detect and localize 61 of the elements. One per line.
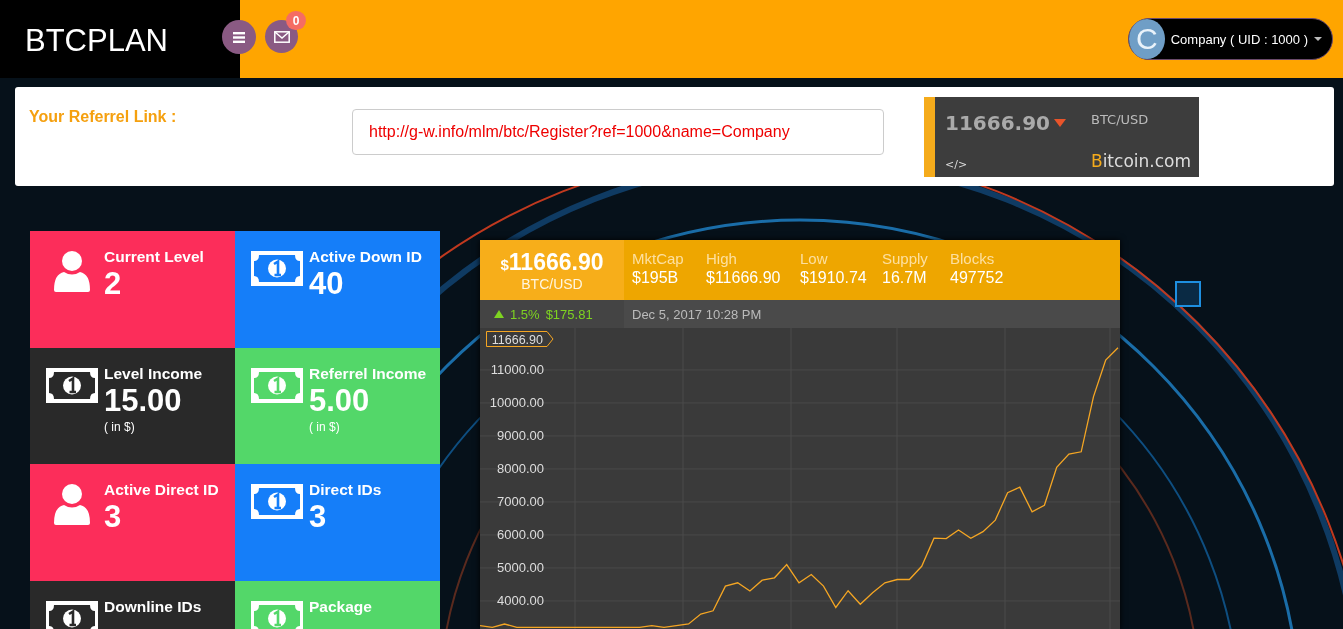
axis-tick-label: 4000.00 — [497, 593, 544, 609]
avatar: C — [1128, 19, 1165, 59]
tile-value: 3 — [104, 499, 122, 535]
timestamp: Dec 5, 2017 10:28 PM — [631, 305, 762, 324]
tile-title: Current Level — [104, 248, 204, 266]
tile-value: 5.00 — [309, 382, 370, 419]
banknote-icon — [46, 367, 98, 403]
tile-value: 3 — [309, 499, 327, 535]
tile-value: 40 — [309, 266, 344, 302]
metric-value: $1910.74 — [800, 269, 868, 287]
banknote-icon — [251, 367, 303, 403]
metric-label: Supply — [882, 250, 929, 267]
referral-link-field[interactable]: http://g-w.info/mlm/btc/Register?ref=1000&name=Company — [352, 109, 884, 155]
metric-label: Blocks — [950, 250, 996, 267]
metric-label: Low — [800, 250, 829, 267]
axis-tick-label: 8000.00 — [497, 461, 544, 477]
metric-label: High — [706, 250, 738, 267]
price-tag: 11666.90 — [486, 331, 554, 347]
axis-tick-label: 7000.00 — [497, 494, 544, 510]
currency-pair: BTC/USD — [521, 275, 583, 292]
embed-link[interactable]: </> — [945, 158, 1091, 171]
tile-note: ( in $) — [309, 419, 340, 434]
metric-value: 16.7M — [882, 269, 928, 287]
tile-title: Active Direct ID — [104, 481, 219, 499]
metric-value: $195B — [632, 269, 680, 287]
axis-tick-label: 10000.00 — [489, 395, 544, 411]
notification-badge: 0 — [286, 11, 306, 30]
ticker-price: 11666.90 — [945, 110, 1050, 135]
menu-icon — [233, 31, 245, 43]
change-percent: 1.5% — [510, 306, 540, 322]
metric-value: $11666.90 — [706, 269, 782, 287]
tile-title: Package — [309, 597, 372, 616]
user-name: Company ( UID : 1000 ) — [1170, 31, 1308, 47]
tile-title: Direct IDs — [309, 481, 382, 499]
menu-button[interactable] — [222, 20, 256, 54]
banknote-icon — [251, 484, 303, 519]
change-amount: $175.81 — [545, 306, 593, 322]
current-price: $11666.90 — [500, 248, 604, 276]
metric-value: 497752 — [950, 269, 1005, 287]
tile-value: 15.00 — [104, 382, 182, 419]
caret-icon — [1314, 37, 1322, 41]
user-menu[interactable]: C Company ( UID : 1000 ) — [1127, 18, 1333, 60]
tile-title: Active Down ID — [309, 248, 422, 266]
axis-tick-label: 5000.00 — [497, 560, 544, 576]
mail-icon — [273, 30, 290, 43]
referral-label: Your Referrel Link : — [28, 107, 178, 127]
tile-title: Downline IDs — [104, 597, 202, 616]
tile-note: ( in $) — [104, 419, 135, 434]
axis-tick-label: 6000.00 — [497, 527, 544, 543]
metric-label: MktCap — [632, 250, 685, 267]
axis-tick-label: 9000.00 — [497, 428, 544, 444]
banknote-icon — [251, 251, 303, 286]
user-icon — [52, 483, 92, 525]
brand-logo[interactable]: Bitcoin.com — [1090, 151, 1191, 171]
ticker-pair: BTC/USD — [1090, 112, 1150, 127]
square-marker — [1175, 281, 1201, 307]
axis-tick-label: 11000.00 — [490, 362, 544, 378]
tile-title: Referrel Income — [309, 364, 427, 383]
tile-title: Level Income — [104, 364, 203, 383]
user-icon — [52, 250, 92, 292]
tile-value: 2 — [104, 266, 122, 302]
